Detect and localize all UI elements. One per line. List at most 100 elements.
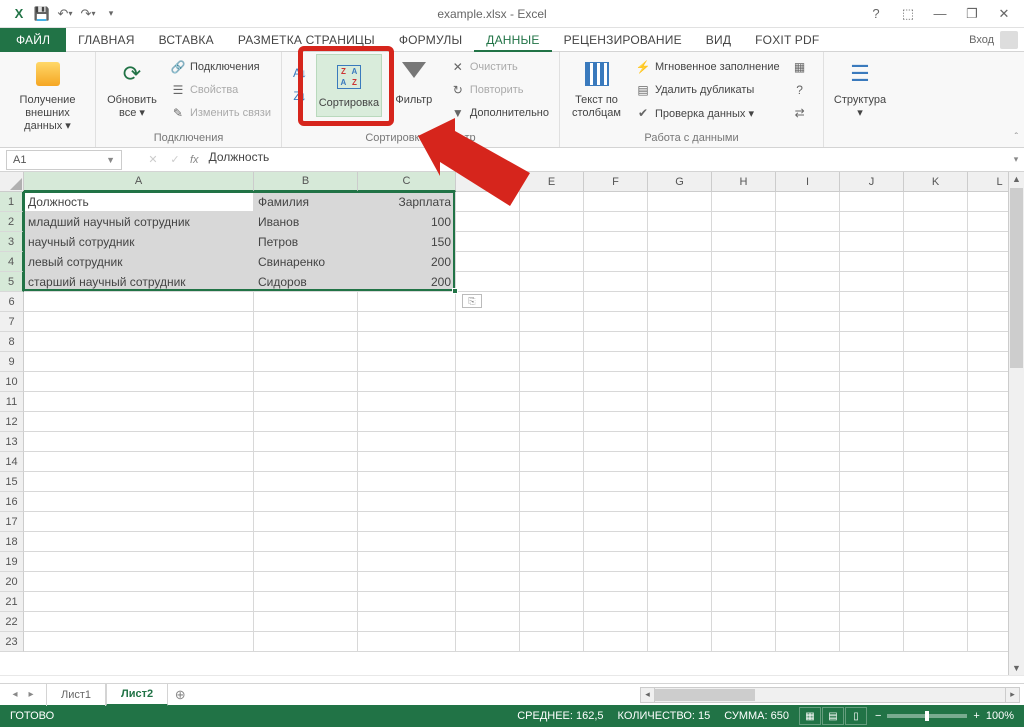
cell[interactable]	[520, 312, 584, 332]
cell[interactable]	[24, 592, 254, 612]
cell[interactable]: 200	[358, 252, 456, 272]
row-header[interactable]: 21	[0, 592, 24, 612]
undo-button[interactable]: ↶▾	[54, 3, 76, 25]
select-all-button[interactable]	[0, 172, 24, 192]
cell[interactable]	[776, 532, 840, 552]
cell[interactable]	[358, 332, 456, 352]
cell[interactable]	[584, 472, 648, 492]
cell[interactable]	[712, 492, 776, 512]
cell[interactable]	[840, 492, 904, 512]
collapse-ribbon-button[interactable]: ˆ	[1015, 132, 1018, 143]
cell[interactable]: левый сотрудник	[24, 252, 254, 272]
cell[interactable]	[648, 292, 712, 312]
cell[interactable]	[254, 552, 358, 572]
cell[interactable]: Должность	[24, 192, 254, 212]
column-header[interactable]: I	[776, 172, 840, 192]
cell[interactable]	[358, 592, 456, 612]
row-header[interactable]: 14	[0, 452, 24, 472]
cell[interactable]	[456, 272, 520, 292]
cell[interactable]	[776, 292, 840, 312]
filter-button[interactable]: Фильтр	[386, 54, 442, 111]
cell[interactable]	[904, 352, 968, 372]
cell[interactable]	[520, 512, 584, 532]
sort-asc-button[interactable]: A↓	[288, 62, 312, 84]
tab-формулы[interactable]: ФОРМУЛЫ	[387, 28, 474, 52]
cell[interactable]	[648, 432, 712, 452]
tab-разметка-страницы[interactable]: РАЗМЕТКА СТРАНИЦЫ	[226, 28, 387, 52]
cell[interactable]	[712, 212, 776, 232]
clear-filter-button[interactable]: ✕Очистить	[446, 56, 553, 78]
cell[interactable]	[520, 212, 584, 232]
cell[interactable]	[648, 272, 712, 292]
cell[interactable]	[776, 332, 840, 352]
cell[interactable]	[358, 632, 456, 652]
cell[interactable]	[456, 612, 520, 632]
cell[interactable]	[904, 292, 968, 312]
cell[interactable]	[840, 512, 904, 532]
cell[interactable]	[776, 252, 840, 272]
cell[interactable]	[24, 472, 254, 492]
cell[interactable]	[712, 592, 776, 612]
cell[interactable]	[520, 632, 584, 652]
cell[interactable]	[254, 532, 358, 552]
cell[interactable]	[520, 472, 584, 492]
cell[interactable]	[24, 512, 254, 532]
cell[interactable]	[840, 332, 904, 352]
cell[interactable]	[840, 312, 904, 332]
cell[interactable]	[904, 632, 968, 652]
cell[interactable]	[648, 532, 712, 552]
cell[interactable]	[712, 352, 776, 372]
row-header[interactable]: 7	[0, 312, 24, 332]
cell[interactable]	[254, 572, 358, 592]
remove-duplicates-button[interactable]: ▤Удалить дубликаты	[631, 79, 784, 101]
cell[interactable]	[904, 612, 968, 632]
cell[interactable]	[648, 452, 712, 472]
connections-button[interactable]: 🔗Подключения	[166, 56, 275, 78]
cell[interactable]	[712, 412, 776, 432]
text-to-columns-button[interactable]: Текст по столбцам	[566, 54, 627, 124]
cell[interactable]	[840, 392, 904, 412]
cell[interactable]	[840, 432, 904, 452]
cell[interactable]	[840, 372, 904, 392]
scroll-up-button[interactable]: ▲	[1009, 172, 1024, 186]
cell[interactable]	[254, 632, 358, 652]
cell[interactable]	[712, 552, 776, 572]
ribbon-options-button[interactable]: ⬚	[894, 3, 922, 25]
cell[interactable]	[840, 192, 904, 212]
row-header[interactable]: 22	[0, 612, 24, 632]
view-pagebreak-button[interactable]: ▯	[845, 707, 867, 725]
cell[interactable]	[520, 532, 584, 552]
view-layout-button[interactable]: ▤	[822, 707, 844, 725]
cell[interactable]	[24, 352, 254, 372]
edit-links-button[interactable]: ✎Изменить связи	[166, 102, 275, 124]
cell[interactable]	[904, 212, 968, 232]
cancel-edit-button[interactable]: ✕	[142, 150, 164, 170]
cell[interactable]	[712, 632, 776, 652]
cell[interactable]	[358, 312, 456, 332]
cell[interactable]	[904, 312, 968, 332]
column-header[interactable]: J	[840, 172, 904, 192]
cell[interactable]	[254, 612, 358, 632]
cell[interactable]	[584, 552, 648, 572]
row-header[interactable]: 16	[0, 492, 24, 512]
cell[interactable]: Сидоров	[254, 272, 358, 292]
cell[interactable]	[776, 432, 840, 452]
cell[interactable]	[254, 392, 358, 412]
cell[interactable]	[358, 612, 456, 632]
cell[interactable]	[254, 452, 358, 472]
cell[interactable]	[24, 392, 254, 412]
row-header[interactable]: 1	[0, 192, 24, 212]
column-header[interactable]: E	[520, 172, 584, 192]
cell[interactable]	[24, 312, 254, 332]
save-button[interactable]: 💾	[31, 3, 53, 25]
cell[interactable]	[520, 392, 584, 412]
cell[interactable]	[456, 192, 520, 212]
zoom-level[interactable]: 100%	[986, 710, 1014, 722]
cell[interactable]	[584, 572, 648, 592]
whatif-button[interactable]: ?	[788, 79, 812, 101]
cell[interactable]	[456, 332, 520, 352]
row-header[interactable]: 15	[0, 472, 24, 492]
column-header[interactable]: K	[904, 172, 968, 192]
refresh-all-button[interactable]: ⟳ Обновить все ▾	[102, 54, 162, 124]
cell[interactable]	[254, 432, 358, 452]
